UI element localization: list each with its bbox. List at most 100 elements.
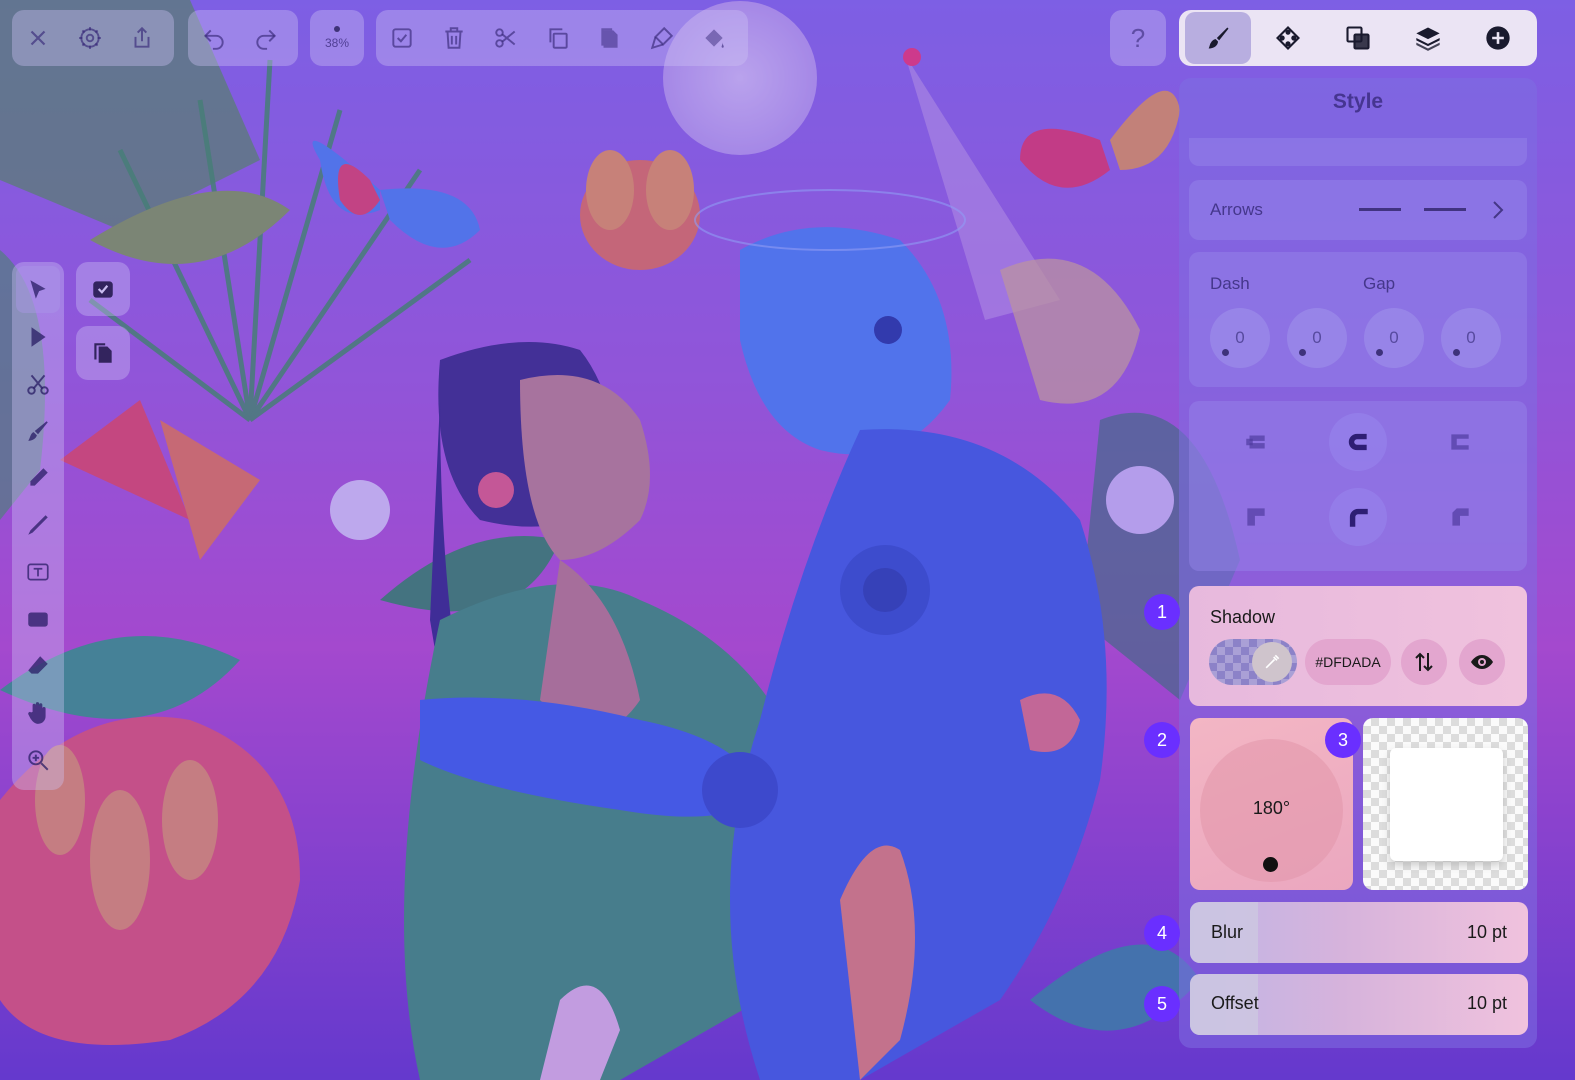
brush-icon [28, 420, 48, 441]
gap-dial-1[interactable]: 0 [1287, 308, 1347, 368]
history-toolbar [188, 10, 298, 66]
cap-round-button[interactable] [1329, 413, 1387, 471]
dash-dial-1[interactable]: 0 [1210, 308, 1270, 368]
tab-layers[interactable] [1395, 12, 1461, 64]
scissors-icon[interactable] [480, 12, 532, 64]
arrow-icon [31, 326, 46, 347]
undo-icon[interactable] [188, 12, 240, 64]
redo-icon[interactable] [240, 12, 292, 64]
eraser-icon [28, 655, 48, 674]
shadow-preview-box [1390, 748, 1503, 861]
select-box-icon [93, 281, 113, 298]
offset-label: Offset [1211, 993, 1259, 1013]
tab-arrange[interactable] [1255, 12, 1321, 64]
cap-round-icon [1348, 433, 1367, 451]
file-toolbar [12, 10, 174, 66]
trash-icon[interactable] [428, 12, 480, 64]
dash-dial-2[interactable]: 0 [1364, 308, 1424, 368]
scissors-icon [27, 374, 49, 395]
close-icon[interactable] [12, 12, 64, 64]
select-all-button[interactable] [76, 262, 130, 316]
hand-tool[interactable] [16, 689, 60, 736]
join-round-button[interactable] [1329, 488, 1387, 546]
join-miter-button[interactable] [1227, 488, 1285, 546]
tab-add[interactable] [1465, 12, 1531, 64]
select-tool[interactable] [16, 266, 60, 313]
caps-joins-section [1189, 401, 1527, 571]
join-miter-icon [1247, 508, 1265, 526]
callout-badge-1: 1 [1144, 594, 1180, 630]
tab-style[interactable] [1185, 12, 1251, 64]
arrows-label: Arrows [1210, 200, 1263, 219]
cursor-icon [30, 279, 46, 299]
text-icon [27, 563, 49, 580]
zoom-label: 38% [324, 36, 350, 50]
callout-badge-3: 3 [1325, 722, 1361, 758]
arrow-end-preview[interactable] [1424, 208, 1466, 211]
panel-title: Style [1332, 90, 1384, 113]
direct-select-tool[interactable] [16, 313, 60, 360]
scissors-tool[interactable] [16, 360, 60, 407]
eraser-tool[interactable] [16, 642, 60, 689]
shadow-swap-button[interactable] [1401, 639, 1447, 685]
shadow-angle-handle[interactable] [1263, 857, 1278, 872]
callout-badge-4: 4 [1144, 915, 1180, 951]
rectangle-icon [28, 612, 48, 627]
shadow-hex-field[interactable]: #DFDADA [1305, 639, 1391, 685]
shape-tool[interactable] [16, 595, 60, 642]
join-bevel-button[interactable] [1431, 488, 1489, 546]
gap-dial-2[interactable]: 0 [1441, 308, 1501, 368]
zoom-level[interactable]: 38% [311, 12, 363, 64]
paste-icon[interactable] [584, 12, 636, 64]
hand-icon [28, 701, 46, 724]
fill-icon[interactable] [688, 12, 740, 64]
layers-icon [1416, 27, 1440, 51]
shadow-visibility-toggle[interactable] [1459, 639, 1505, 685]
shadow-color-swatch[interactable] [1209, 639, 1297, 685]
duplicate-icon [94, 343, 112, 363]
zoom-tool[interactable] [16, 736, 60, 783]
tab-boolean[interactable] [1325, 12, 1391, 64]
inspector-tabs [1179, 10, 1537, 66]
callout-badge-5: 5 [1144, 986, 1180, 1022]
magnifier-icon [28, 749, 49, 770]
cap-square-icon [1451, 434, 1469, 450]
paste-style-icon[interactable] [636, 12, 688, 64]
copy-icon[interactable] [532, 12, 584, 64]
help-button[interactable]: ? [1110, 10, 1166, 66]
blur-value: 10 pt [1466, 922, 1507, 942]
eyedropper-button[interactable] [1252, 642, 1292, 682]
chevron-right-icon [1493, 201, 1504, 219]
eye-icon [1471, 655, 1493, 669]
cap-square-button[interactable] [1431, 413, 1489, 471]
shadow-angle-value: 180° [1252, 798, 1291, 818]
cap-butt-icon [1246, 435, 1265, 449]
dash-label: Dash [1210, 274, 1250, 293]
callout-badge-2: 2 [1144, 722, 1180, 758]
pencil-icon [30, 467, 48, 486]
select-check-icon[interactable] [376, 12, 428, 64]
diamond-icon [1276, 26, 1300, 50]
boolean-icon [1346, 26, 1370, 50]
pen-tool[interactable] [16, 501, 60, 548]
pencil-tool[interactable] [16, 454, 60, 501]
edit-toolbar [376, 10, 748, 66]
swap-arrows-icon [1415, 652, 1433, 672]
eyedropper-icon [1265, 654, 1280, 669]
arrows-section[interactable]: Arrows [1189, 180, 1527, 240]
help-label: ? [1130, 22, 1146, 53]
cap-butt-button[interactable] [1227, 413, 1285, 471]
brush-tool[interactable] [16, 407, 60, 454]
zoom-control[interactable]: 38% [310, 10, 364, 66]
text-tool[interactable] [16, 548, 60, 595]
arrow-start-preview[interactable] [1359, 208, 1401, 211]
settings-icon[interactable] [64, 12, 116, 64]
gap-label: Gap [1363, 274, 1396, 293]
dash-section: Dash Gap 0 0 0 0 [1189, 252, 1527, 387]
plus-circle-icon [1486, 26, 1510, 50]
brush-icon [1208, 27, 1229, 49]
share-icon[interactable] [116, 12, 168, 64]
tools-sidebar [12, 262, 64, 790]
shadow-title: Shadow [1210, 607, 1276, 627]
duplicate-button[interactable] [76, 326, 130, 380]
